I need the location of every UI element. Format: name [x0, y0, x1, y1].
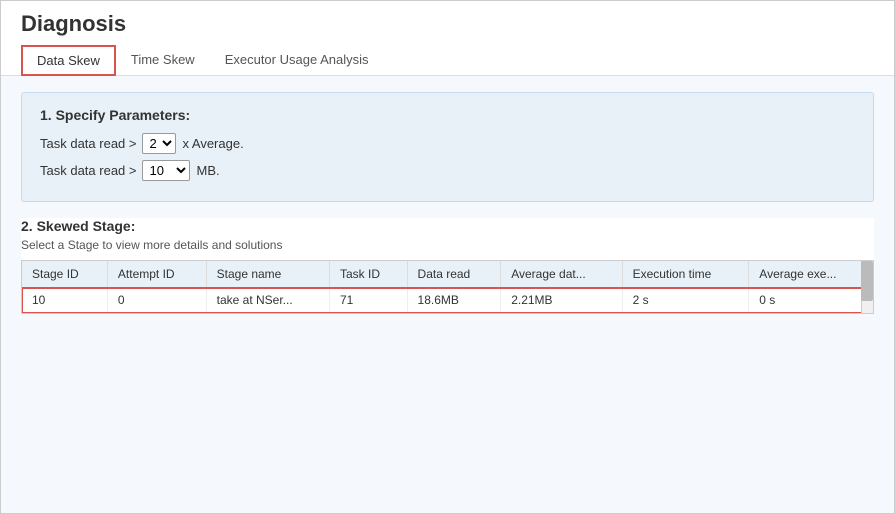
- parameters-title: 1. Specify Parameters:: [40, 107, 855, 123]
- skewed-stage-title: 2. Skewed Stage:: [21, 218, 874, 234]
- cell-avg-exec: 0 s: [749, 288, 873, 313]
- page-title: Diagnosis: [21, 11, 874, 37]
- param1-select[interactable]: 2 3 4 5: [142, 133, 176, 154]
- cell-data-read: 18.6MB: [407, 288, 501, 313]
- skewed-stage-subtitle: Select a Stage to view more details and …: [21, 238, 874, 252]
- page-header: Diagnosis Data Skew Time Skew Executor U…: [1, 1, 894, 76]
- col-stage-id: Stage ID: [22, 261, 107, 288]
- skewed-stage-table: Stage ID Attempt ID Stage name Task ID D…: [22, 261, 873, 313]
- col-avg-data: Average dat...: [501, 261, 622, 288]
- param1-suffix: x Average.: [182, 136, 243, 151]
- col-data-read: Data read: [407, 261, 501, 288]
- param2-prefix: Task data read >: [40, 163, 136, 178]
- tab-executor-usage[interactable]: Executor Usage Analysis: [210, 45, 384, 76]
- tab-data-skew[interactable]: Data Skew: [21, 45, 116, 76]
- tab-time-skew[interactable]: Time Skew: [116, 45, 210, 76]
- cell-stage-name: take at NSer...: [206, 288, 329, 313]
- col-stage-name: Stage name: [206, 261, 329, 288]
- scrollbar-track[interactable]: [861, 261, 873, 313]
- cell-stage-id: 10: [22, 288, 107, 313]
- col-task-id: Task ID: [329, 261, 407, 288]
- skewed-stage-section: 2. Skewed Stage: Select a Stage to view …: [21, 218, 874, 314]
- cell-exec-time: 2 s: [622, 288, 749, 313]
- cell-avg-data: 2.21MB: [501, 288, 622, 313]
- param1-prefix: Task data read >: [40, 136, 136, 151]
- scrollbar-thumb[interactable]: [861, 261, 873, 301]
- param2-select[interactable]: 10 20 50 100: [142, 160, 190, 181]
- table-row[interactable]: 10 0 take at NSer... 71 18.6MB 2.21MB 2 …: [22, 288, 873, 313]
- cell-attempt-id: 0: [107, 288, 206, 313]
- tabs-bar: Data Skew Time Skew Executor Usage Analy…: [21, 45, 874, 75]
- param-row-2: Task data read > 10 20 50 100 MB.: [40, 160, 855, 181]
- col-exec-time: Execution time: [622, 261, 749, 288]
- col-avg-exec: Average exe...: [749, 261, 873, 288]
- table-header-row: Stage ID Attempt ID Stage name Task ID D…: [22, 261, 873, 288]
- page-content: 1. Specify Parameters: Task data read > …: [1, 76, 894, 513]
- col-attempt-id: Attempt ID: [107, 261, 206, 288]
- param2-suffix: MB.: [196, 163, 219, 178]
- skewed-stage-table-wrapper: Stage ID Attempt ID Stage name Task ID D…: [21, 260, 874, 314]
- cell-task-id: 71: [329, 288, 407, 313]
- param-row-1: Task data read > 2 3 4 5 x Average.: [40, 133, 855, 154]
- parameters-section: 1. Specify Parameters: Task data read > …: [21, 92, 874, 202]
- page-container: Diagnosis Data Skew Time Skew Executor U…: [0, 0, 895, 514]
